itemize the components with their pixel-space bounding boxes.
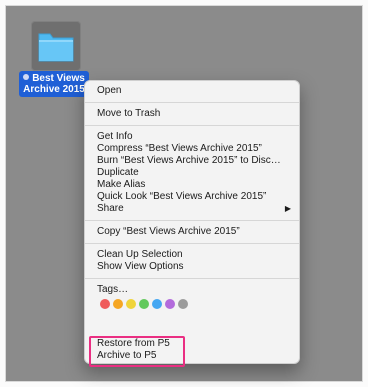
menu-item-share[interactable]: Share ▶ (85, 203, 299, 215)
folder-icon (38, 33, 74, 62)
menu-separator (85, 102, 299, 103)
context-menu: Open Move to Trash Get Info Compress “Be… (84, 80, 300, 367)
menu-separator (85, 220, 299, 221)
menu-separator (85, 243, 299, 244)
selected-folder-name[interactable]: Best Views Archive 2015 (19, 71, 89, 97)
menu-item-make-alias[interactable]: Make Alias (85, 179, 299, 191)
tag-green[interactable] (139, 299, 149, 309)
menu-item-compress[interactable]: Compress “Best Views Archive 2015” (85, 143, 299, 155)
tag-orange[interactable] (113, 299, 123, 309)
menu-item-copy[interactable]: Copy “Best Views Archive 2015” (85, 226, 299, 238)
menu-item-archive-to-p5[interactable]: Archive to P5 (85, 350, 299, 362)
menu-item-burn[interactable]: Burn “Best Views Archive 2015” to Disc… (85, 155, 299, 167)
folder-tag-dot (23, 74, 30, 81)
menu-separator (85, 278, 299, 279)
tag-gray[interactable] (178, 299, 188, 309)
menu-item-open[interactable]: Open (85, 85, 299, 97)
submenu-arrow-icon: ▶ (284, 204, 291, 213)
menu-item-get-info[interactable]: Get Info (85, 131, 299, 143)
p5-menu-group: Restore from P5 Archive to P5 (85, 338, 299, 362)
menu-item-restore-from-p5[interactable]: Restore from P5 (85, 338, 299, 350)
menu-item-share-label: Share (97, 203, 124, 214)
folder-name-line1: Best Views (32, 73, 85, 84)
menu-separator (85, 125, 299, 126)
folder-thumbnail[interactable] (31, 21, 81, 71)
folder-name-line2: Archive 2015 (23, 84, 85, 95)
menu-item-clean-up-selection[interactable]: Clean Up Selection (85, 249, 299, 261)
tag-purple[interactable] (165, 299, 175, 309)
tag-blue[interactable] (152, 299, 162, 309)
menu-item-quick-look[interactable]: Quick Look “Best Views Archive 2015” (85, 191, 299, 203)
folder-name-line1-row: Best Views (19, 73, 89, 84)
finder-desktop-background: Best Views Archive 2015 Open Move to Tra… (5, 5, 363, 382)
menu-item-show-view-options[interactable]: Show View Options (85, 261, 299, 273)
tag-color-row (85, 296, 299, 312)
tag-yellow[interactable] (126, 299, 136, 309)
tag-red[interactable] (100, 299, 110, 309)
menu-item-tags[interactable]: Tags… (85, 284, 299, 296)
menu-item-duplicate[interactable]: Duplicate (85, 167, 299, 179)
menu-item-move-to-trash[interactable]: Move to Trash (85, 108, 299, 120)
